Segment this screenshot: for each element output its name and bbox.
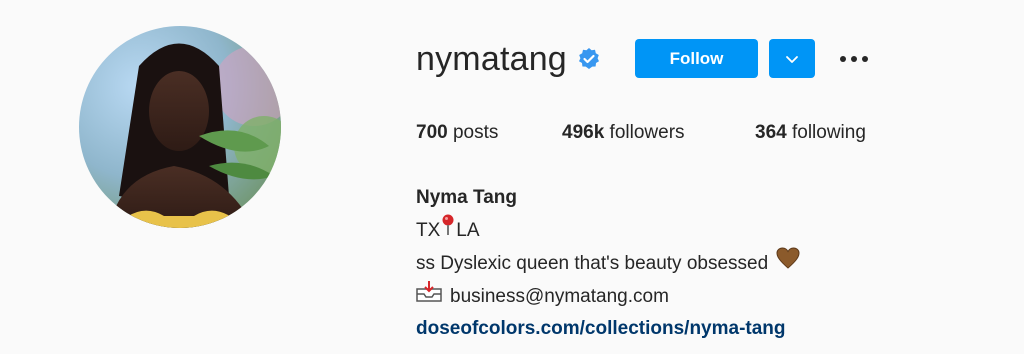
business-email[interactable]: business@nymatang.com — [450, 281, 669, 313]
username: nymatang — [416, 39, 567, 78]
profile-header: nymatang — [416, 38, 601, 80]
pin-icon — [440, 214, 456, 247]
location-line: TX LA — [416, 214, 800, 247]
location-destination: LA — [456, 219, 480, 241]
link-line: doseofcolors.com/collections/nyma-tang — [416, 313, 800, 345]
followers-count: 496k — [562, 122, 605, 143]
following-label: following — [786, 122, 866, 143]
follow-button[interactable]: Follow — [635, 39, 758, 78]
more-options-icon — [840, 56, 868, 62]
inbox-tray-icon — [416, 280, 442, 313]
bio-description: ss Dyslexic queen that's beauty obsessed — [416, 252, 769, 274]
description-line: ss Dyslexic queen that's beauty obsessed — [416, 247, 800, 280]
website-link[interactable]: doseofcolors.com/collections/nyma-tang — [416, 313, 786, 345]
avatar-image — [79, 26, 281, 228]
profile-bio: Nyma Tang TX LA ss Dyslexic queen that's… — [416, 182, 800, 345]
following-count: 364 — [755, 122, 787, 143]
email-line: business@nymatang.com — [416, 280, 800, 313]
chevron-down-icon — [786, 55, 798, 63]
location-origin: TX — [416, 219, 441, 241]
verified-badge-icon — [577, 47, 601, 71]
full-name: Nyma Tang — [416, 187, 518, 208]
posts-stat: 700 posts — [416, 122, 498, 144]
posts-count: 700 — [416, 122, 448, 143]
followers-stat[interactable]: 496k followers — [562, 122, 685, 144]
posts-label: posts — [447, 122, 499, 143]
brown-heart-icon — [776, 247, 800, 280]
followers-label: followers — [604, 122, 685, 143]
more-options-button[interactable] — [836, 45, 872, 73]
suggested-accounts-dropdown-button[interactable] — [769, 39, 815, 78]
profile-avatar[interactable] — [79, 26, 281, 228]
following-stat[interactable]: 364 following — [755, 122, 866, 144]
